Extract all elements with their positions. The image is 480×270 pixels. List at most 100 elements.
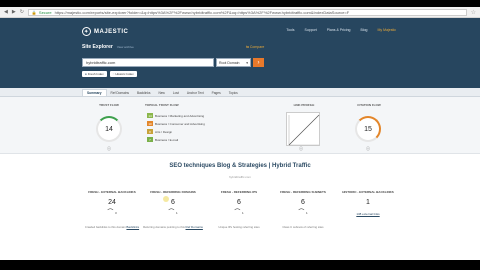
search-input[interactable]: hybridtraffic.com [82,58,214,67]
nav-pricing[interactable]: Plans & Pricing [327,28,351,32]
info-icon[interactable]: ⓘ [299,146,303,152]
view-archive-link[interactable]: View archive [117,45,134,49]
site-summary-content: SEO techniques Blog & Strategies | Hybri… [0,154,480,260]
stat-referring-subnets: FRESH - REFERRING SUBNETS 6 ⌒ 1 Class C … [273,190,333,229]
link-profile-label: LINK PROFILE [293,103,315,107]
screen: ◀ ▶ ↻ 🔒 Secure https://majestic.com/repo… [0,0,480,270]
search-arrow-icon: › [257,59,260,66]
stat-value[interactable]: 1 [338,199,398,206]
citation-flow-label: CITATION FLOW [357,103,381,107]
site-title: SEO techniques Blog & Strategies | Hybri… [169,163,311,169]
ref-domains-link[interactable]: Ref Domains [186,225,203,229]
logo-mark-icon: ✦ [82,27,91,36]
compare-link[interactable]: ⇆ Compare [246,45,264,49]
tab-topics[interactable]: Topics [225,89,242,96]
trend-sparkline: ⌒ 1 [234,210,244,216]
topical-label: Business / E-mail [155,137,179,142]
lock-icon: 🔒 [31,9,37,15]
topical-item[interactable]: 14 Business / Marketing and Advertising [147,113,205,118]
site-header: ✦ MAJESTIC Tools Support Plans & Pricing… [0,18,480,88]
summary-panel [0,97,480,154]
stat-delta: 1 [306,211,308,215]
cursor-highlight [163,196,169,202]
tab-new[interactable]: New [154,89,168,96]
address-bar[interactable]: 🔒 Secure https://majestic.com/reports/si… [27,8,467,16]
chevron-down-icon: ▾ [246,60,248,65]
tab-ref-domains[interactable]: Ref Domains [107,89,133,96]
link-profile-chart[interactable] [286,112,320,146]
stat-label: HISTORIC - EXTERNAL BACKLINKS [342,190,394,194]
stat-note: Referring domains pointing to this Ref D… [143,225,203,229]
top-navigation: Tools Support Plans & Pricing Blog My Ma… [286,28,396,32]
stat-label: FRESH - REFERRING DOMAINS [150,190,196,194]
bookmark-star-icon[interactable]: ☆ [471,9,476,16]
stat-value[interactable]: 6 [143,199,203,206]
stat-external-backlinks: FRESH - EXTERNAL BACKLINKS 24 ⌒ 3 Crawle… [82,190,142,229]
tab-lost[interactable]: Lost [169,89,183,96]
info-icon[interactable]: ⓘ [366,146,370,152]
topical-item[interactable]: 10 Business / Consumer and Advertising [147,121,205,126]
stat-note: Unique IPs hosting referring sites [218,225,260,229]
scope-select-value: Root Domain [219,60,240,65]
stat-delta: 1 [176,211,178,215]
radio-off-icon: ○ [112,72,115,76]
topical-label: Business / Marketing and Advertising [155,113,205,118]
nav-my-majestic[interactable]: My Majestic [378,28,396,32]
tab-backlinks[interactable]: Backlinks [133,89,154,96]
majestic-logo[interactable]: ✦ MAJESTIC [82,27,128,36]
tab-summary[interactable]: Summary [82,89,107,96]
topical-item[interactable]: 8 Arts / Design [147,129,205,134]
search-button[interactable]: › [253,58,264,67]
stat-historic-backlinks: HISTORIC - EXTERNAL BACKLINKS 1 138 exte… [338,190,398,216]
stat-label: FRESH - EXTERNAL BACKLINKS [88,190,136,194]
backlinks-link[interactable]: Backlinks [126,225,139,229]
topical-score: 14 [147,113,153,118]
stat-value[interactable]: 6 [209,199,269,206]
compare-label: Compare [249,45,265,49]
historic-index-label: Historic Index [115,72,134,76]
stat-referring-domains: FRESH - REFERRING DOMAINS 6 ⌒ 1 Referrin… [143,190,203,229]
stat-note: Class C subnets of referring sites [282,225,324,229]
topical-trust-flow-label: TOPICAL TRUST FLOW [145,103,179,107]
tab-pages[interactable]: Pages [208,89,225,96]
radio-on-icon: ● [85,72,87,76]
stat-delta: 1 [242,211,244,215]
report-tabs: Summary Ref Domains Backlinks New Lost A… [0,88,480,97]
stat-delta: 3 [115,211,117,215]
tab-anchor-text[interactable]: Anchor Text [183,89,208,96]
reload-icon[interactable]: ↻ [20,9,24,15]
scope-select[interactable]: Root Domain ▾ [216,58,251,67]
stat-note-text: Referring domains pointing to this [143,225,185,229]
historic-index-toggle[interactable]: ○ Historic Index [109,71,137,77]
nav-support[interactable]: Support [305,28,317,32]
stat-note: 138 external links [338,212,398,216]
topical-score: 7 [147,137,153,142]
letterbox-top [0,0,480,7]
citation-flow-gauge[interactable]: 15 [355,116,381,142]
forward-icon[interactable]: ▶ [12,9,16,15]
back-icon[interactable]: ◀ [4,9,8,15]
stat-value[interactable]: 24 [82,199,142,206]
trend-sparkline: ⌒ 3 [107,210,117,216]
stat-referring-ips: FRESH - REFERRING IPS 6 ⌒ 1 Unique IPs h… [209,190,269,229]
external-links-link[interactable]: 138 external links [356,212,379,216]
fresh-index-label: Fresh Index [87,72,104,76]
site-domain: hybridtraffic.com [229,175,251,179]
info-icon[interactable]: ⓘ [107,146,111,152]
page-title-text: Site Explorer [82,44,113,50]
link-profile-plot [288,114,320,146]
trust-flow-gauge[interactable]: 14 [96,116,122,142]
topical-trust-flow-list: 14 Business / Marketing and Advertising 1… [147,113,205,142]
nav-blog[interactable]: Blog [361,28,368,32]
stat-value[interactable]: 6 [273,199,333,206]
topical-item[interactable]: 7 Business / E-mail [147,137,205,142]
nav-tools[interactable]: Tools [286,28,294,32]
stat-label: FRESH - REFERRING SUBNETS [280,190,326,194]
stat-note: Crawled backlinks to this domain Backlin… [82,225,142,229]
fresh-index-toggle[interactable]: ● Fresh Index [82,71,107,77]
browser-toolbar: ◀ ▶ ↻ 🔒 Secure https://majestic.com/repo… [0,7,480,18]
search-row: hybridtraffic.com Root Domain ▾ › [82,58,264,67]
trend-sparkline: ⌒ 1 [298,210,308,216]
stat-note-text: Crawled backlinks to this domain [84,225,126,229]
secure-label: Secure [38,9,52,15]
